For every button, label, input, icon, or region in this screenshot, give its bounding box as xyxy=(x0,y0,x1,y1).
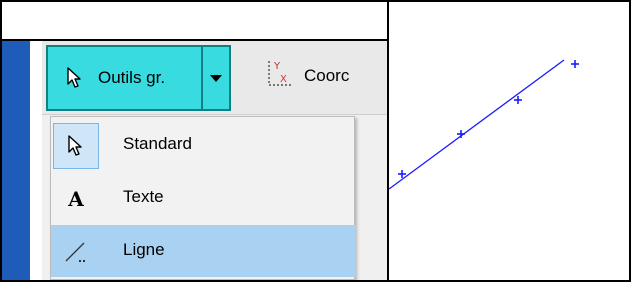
outer-border xyxy=(0,0,631,282)
screenshot-frame: Outils gr. Y X Coorc Standard A Texte Li… xyxy=(0,0,631,282)
